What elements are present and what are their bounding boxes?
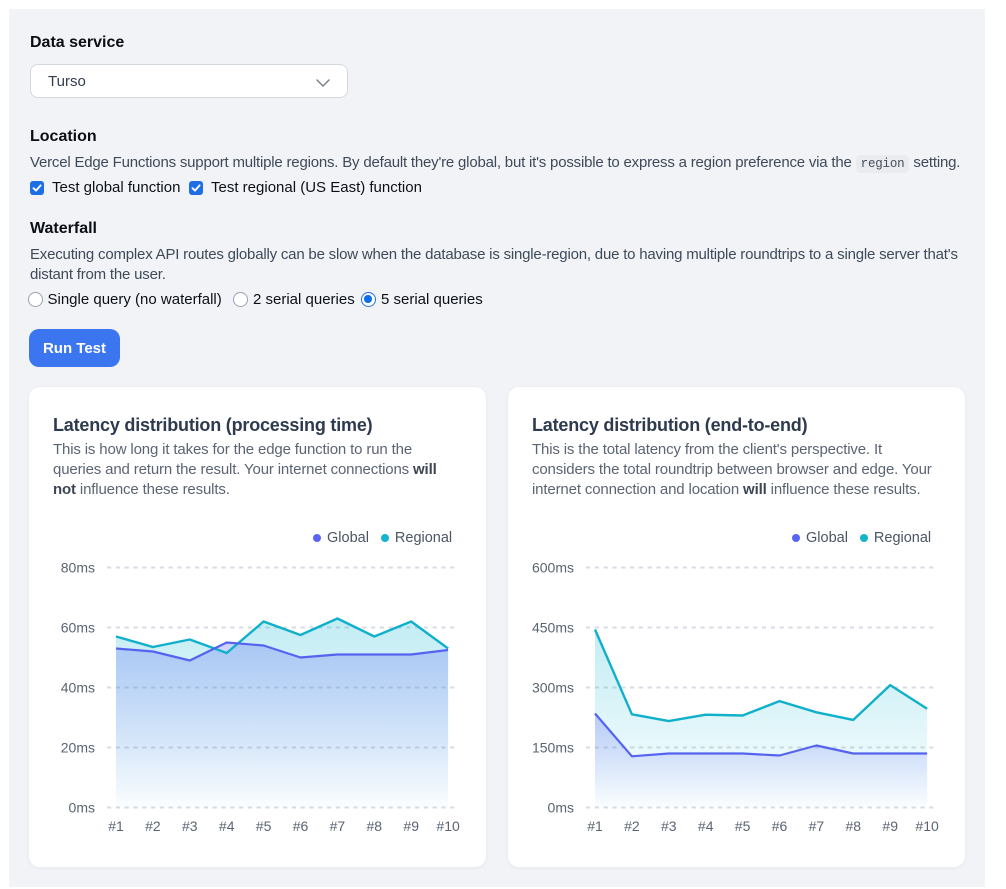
svg-text:0ms: 0ms xyxy=(69,800,95,816)
svg-text:60ms: 60ms xyxy=(61,620,95,636)
svg-text:#5: #5 xyxy=(256,818,272,834)
svg-text:#6: #6 xyxy=(293,818,309,834)
svg-text:#10: #10 xyxy=(436,818,460,834)
svg-text:450ms: 450ms xyxy=(532,620,574,636)
svg-text:#8: #8 xyxy=(846,818,862,834)
svg-text:#9: #9 xyxy=(882,818,898,834)
svg-text:150ms: 150ms xyxy=(532,740,574,756)
svg-text:#5: #5 xyxy=(735,818,751,834)
svg-text:#3: #3 xyxy=(661,818,677,834)
svg-text:#3: #3 xyxy=(182,818,198,834)
svg-text:80ms: 80ms xyxy=(61,560,95,576)
svg-text:#4: #4 xyxy=(698,818,714,834)
svg-text:#2: #2 xyxy=(624,818,640,834)
svg-text:#1: #1 xyxy=(587,818,603,834)
svg-text:40ms: 40ms xyxy=(61,680,95,696)
svg-text:#2: #2 xyxy=(145,818,161,834)
svg-text:20ms: 20ms xyxy=(61,740,95,756)
svg-text:#7: #7 xyxy=(330,818,346,834)
svg-text:#8: #8 xyxy=(367,818,383,834)
svg-text:#1: #1 xyxy=(108,818,124,834)
svg-text:#7: #7 xyxy=(809,818,825,834)
svg-text:#9: #9 xyxy=(403,818,419,834)
svg-text:300ms: 300ms xyxy=(532,680,574,696)
svg-text:#10: #10 xyxy=(915,818,939,834)
svg-text:#6: #6 xyxy=(772,818,788,834)
svg-text:600ms: 600ms xyxy=(532,560,574,576)
svg-text:0ms: 0ms xyxy=(548,800,574,816)
svg-text:#4: #4 xyxy=(219,818,235,834)
